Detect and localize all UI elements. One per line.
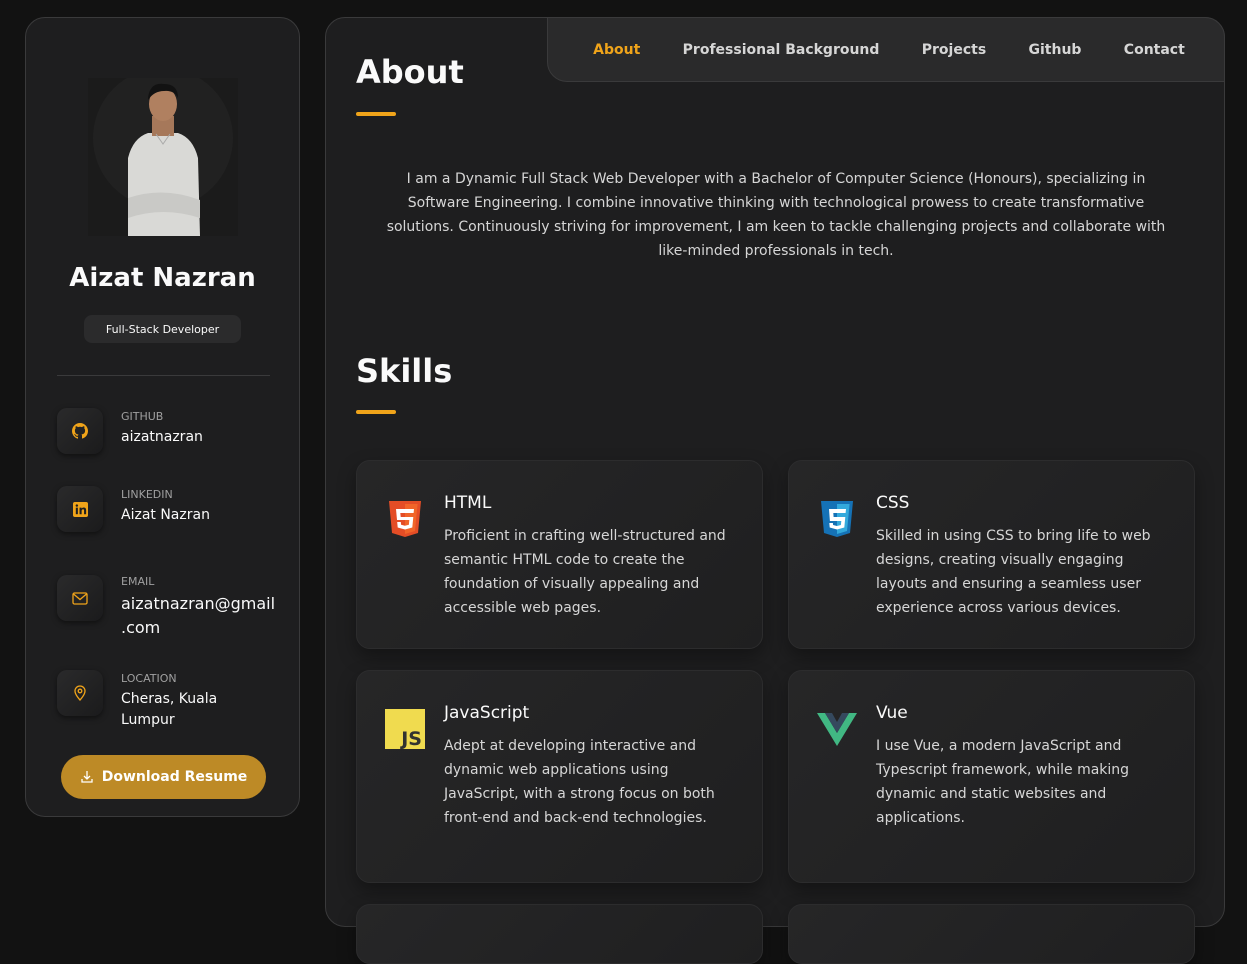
location-line-1: Cheras, Kuala <box>121 691 218 707</box>
skill-card-partial <box>356 904 763 964</box>
location-pin-icon <box>57 670 103 716</box>
mail-icon <box>57 575 103 621</box>
divider <box>57 375 270 376</box>
skill-card-vue: Vue I use Vue, a modern JavaScript and T… <box>788 670 1195 883</box>
nav-about[interactable]: About <box>593 42 640 58</box>
profile-sidebar: Aizat Nazran Full-Stack Developer GITHUB… <box>25 17 300 817</box>
skill-card-html: HTML Proficient in crafting well-structu… <box>356 460 763 649</box>
skill-description: Adept at developing interactive and dyna… <box>444 738 715 826</box>
location-value: Cheras, Kuala Lumpur <box>121 689 217 731</box>
linkedin-icon <box>57 486 103 532</box>
skill-card-css: CSS Skilled in using CSS to bring life t… <box>788 460 1195 649</box>
skills-underline <box>356 410 396 414</box>
email-link[interactable]: aizatnazran@gmail .com <box>121 592 275 640</box>
profile-name: Aizat Nazran <box>69 263 256 293</box>
skill-card-partial <box>788 904 1195 964</box>
linkedin-link[interactable]: Aizat Nazran <box>121 505 210 526</box>
css3-icon <box>817 499 857 539</box>
contact-github: GITHUB aizatnazran <box>57 408 287 454</box>
javascript-icon: JS <box>385 709 425 750</box>
download-label: Download Resume <box>101 769 248 785</box>
about-heading: About <box>356 53 464 91</box>
svg-text:JS: JS <box>399 728 422 749</box>
contact-linkedin: LINKEDIN Aizat Nazran <box>57 486 287 532</box>
github-link[interactable]: aizatnazran <box>121 427 203 448</box>
contact-label: LOCATION <box>121 672 177 685</box>
nav-github[interactable]: Github <box>1029 42 1082 58</box>
email-line-1: aizatnazran@gmail <box>121 594 276 613</box>
contact-label: LINKEDIN <box>121 488 173 501</box>
location-line-2: Lumpur <box>121 712 175 728</box>
download-icon <box>81 771 93 783</box>
skill-title: HTML <box>444 493 492 513</box>
email-line-2: .com <box>121 618 161 637</box>
top-nav: About Professional Background Projects G… <box>547 17 1225 82</box>
contact-label: EMAIL <box>121 575 155 588</box>
main-panel: About Professional Background Projects G… <box>325 17 1225 964</box>
contact-location: LOCATION Cheras, Kuala Lumpur <box>57 670 287 731</box>
skill-description: I use Vue, a modern JavaScript and Types… <box>876 738 1130 826</box>
skill-description: Proficient in crafting well-structured a… <box>444 528 726 616</box>
about-text: I am a Dynamic Full Stack Web Developer … <box>386 171 1166 259</box>
skills-heading: Skills <box>356 352 453 390</box>
about-underline <box>356 112 396 116</box>
download-resume-button[interactable]: Download Resume <box>61 755 266 799</box>
skill-title: CSS <box>876 493 910 513</box>
role-badge: Full-Stack Developer <box>84 315 241 343</box>
contact-email: EMAIL aizatnazran@gmail .com <box>57 573 287 640</box>
github-icon <box>57 408 103 454</box>
skill-card-javascript: JS JavaScript Adept at developing intera… <box>356 670 763 883</box>
nav-contact[interactable]: Contact <box>1124 42 1185 58</box>
skill-title: Vue <box>876 703 908 723</box>
skill-title: JavaScript <box>444 703 530 723</box>
html5-icon <box>385 499 425 539</box>
nav-projects[interactable]: Projects <box>922 42 986 58</box>
skill-description: Skilled in using CSS to bring life to we… <box>876 528 1151 616</box>
vue-icon <box>817 709 857 749</box>
nav-professional-background[interactable]: Professional Background <box>683 42 880 58</box>
contact-label: GITHUB <box>121 410 164 423</box>
avatar <box>88 78 238 236</box>
